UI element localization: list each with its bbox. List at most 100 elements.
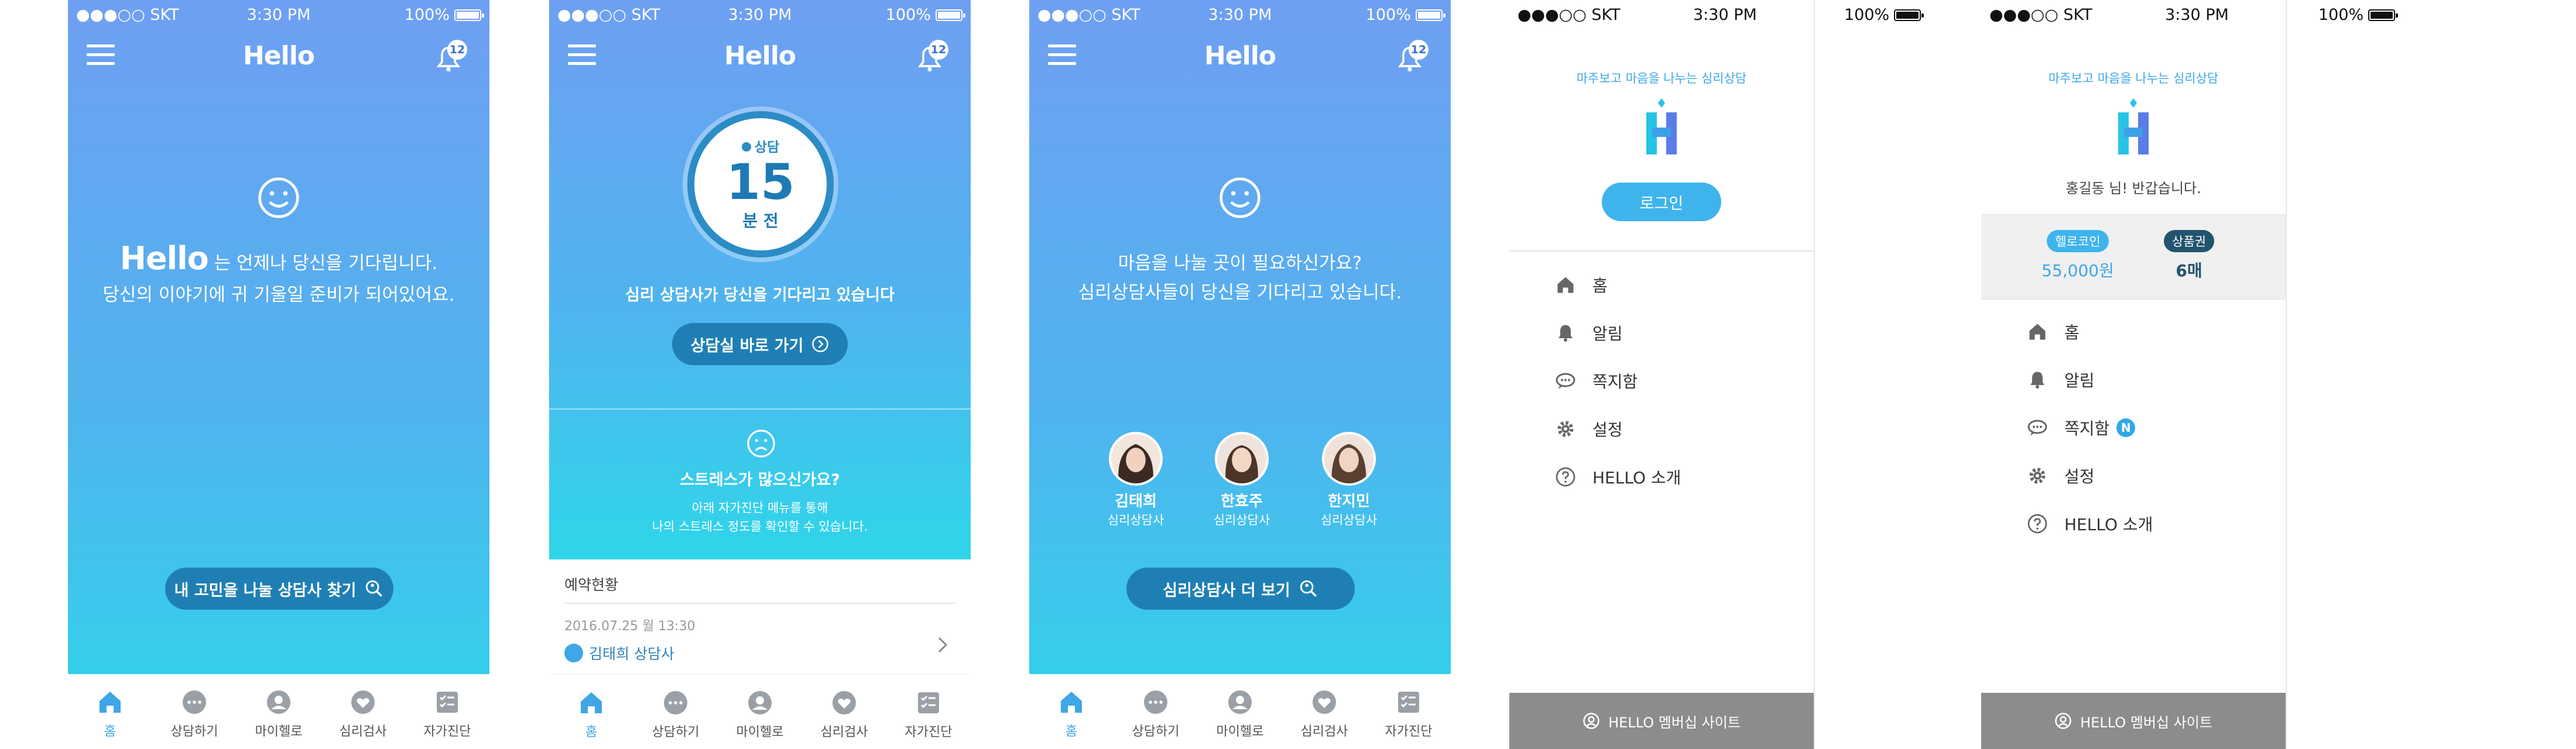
counselor-name: 한지민 bbox=[1328, 493, 1370, 510]
menu-item-about[interactable]: HELLO 소개 bbox=[1509, 453, 1814, 501]
avatar bbox=[1322, 432, 1376, 486]
tab-home[interactable]: 홈 bbox=[549, 675, 633, 749]
stress-line-2: 나의 스트레스 정도를 확인할 수 있습니다. bbox=[652, 520, 868, 534]
drawer-logged-in: ●●●○○ SKT 3:30 PM 100% 마주보고 마음을 나누는 심리상담… bbox=[1981, 0, 2576, 749]
enter-room-button[interactable]: 상담실 바로 가기 bbox=[672, 323, 848, 365]
nav-bar: Hello 12 bbox=[68, 30, 489, 82]
app-logo: Hello bbox=[1204, 41, 1276, 71]
stress-title: 스트레스가 많으신가요? bbox=[680, 471, 840, 489]
battery-icon bbox=[1894, 9, 1924, 21]
welcome-line-1: Hello 는 언제나 당신을 기다립니다. bbox=[119, 240, 438, 277]
home-screen: ●●●○○ SKT 3:30 PM 100% Hello 12 Hello 는 … bbox=[68, 0, 489, 749]
notification-badge: 12 bbox=[1409, 40, 1429, 60]
menu-item-about[interactable]: HELLO 소개 bbox=[1981, 500, 2286, 548]
counselors-screen: ●●●○○ SKT 3:30 PM 100% Hello 12 마음을 나눌 곳… bbox=[1029, 0, 1451, 749]
countdown-unit: 분 전 bbox=[742, 211, 779, 231]
battery-icon bbox=[2368, 9, 2399, 21]
menu-item-messages[interactable]: 쪽지함 N bbox=[1981, 404, 2286, 452]
tab-counsel[interactable]: 상담하기 bbox=[152, 674, 237, 749]
drawer-tagline: 마주보고 마음을 나누는 심리상담 bbox=[2048, 71, 2219, 85]
person-circle-icon bbox=[2055, 713, 2071, 729]
counselor-card[interactable]: 김태희 심리상담사 bbox=[1095, 432, 1177, 528]
heart-icon bbox=[351, 690, 375, 714]
tab-home[interactable]: 홈 bbox=[68, 674, 152, 749]
counselor-role: 심리상담사 bbox=[1107, 513, 1164, 527]
brand-logo-icon bbox=[1646, 98, 1677, 154]
smile-icon bbox=[258, 177, 299, 218]
chat-icon bbox=[1144, 690, 1167, 714]
menu-item-home[interactable]: 홈 bbox=[1981, 308, 2286, 356]
tab-counsel[interactable]: 상담하기 bbox=[633, 675, 718, 749]
counselor-card[interactable]: 한효주 심리상담사 bbox=[1201, 432, 1283, 528]
coin-label: 헬로코인 bbox=[2047, 230, 2109, 252]
gear-icon bbox=[2029, 468, 2046, 484]
person-circle-icon bbox=[1583, 713, 1599, 729]
home-icon bbox=[2029, 324, 2046, 340]
question-icon bbox=[1556, 467, 1575, 487]
bell-icon bbox=[2030, 372, 2044, 389]
chevron-right-icon bbox=[938, 637, 948, 653]
battery-icon bbox=[1416, 9, 1445, 21]
countdown-minutes: 15 bbox=[726, 153, 795, 211]
status-bar: ●●●○○ SKT 3:30 PM 100% bbox=[1029, 0, 1451, 30]
tab-myhello[interactable]: 마이헬로 bbox=[1198, 674, 1282, 749]
drawer-tagline: 마주보고 마음을 나누는 심리상담 bbox=[1576, 71, 1747, 85]
reservation-name: 김태희 상담사 bbox=[589, 645, 674, 662]
checklist-icon bbox=[437, 692, 458, 713]
intro-line-2: 심리상담사들이 당신을 기다리고 있습니다. bbox=[1078, 282, 1402, 303]
counselor-name: 김태희 bbox=[1115, 493, 1157, 510]
search-person-icon bbox=[366, 580, 383, 597]
tab-selfcheck[interactable]: 자가진단 bbox=[886, 675, 971, 749]
tab-myhello[interactable]: 마이헬로 bbox=[718, 675, 802, 749]
tab-myhello[interactable]: 마이헬로 bbox=[237, 674, 321, 749]
tab-test[interactable]: 심리검사 bbox=[1282, 674, 1366, 749]
notification-button[interactable]: 12 bbox=[433, 40, 467, 75]
menu-item-settings[interactable]: 설정 bbox=[1981, 452, 2286, 500]
ticket-block[interactable]: 상품권 6매 bbox=[2151, 230, 2227, 281]
counselor-role: 심리상담사 bbox=[1320, 513, 1378, 527]
menu-item-settings[interactable]: 설정 bbox=[1509, 405, 1814, 453]
counselor-role: 심리상담사 bbox=[1213, 513, 1270, 527]
menu-item-home[interactable]: 홈 bbox=[1509, 261, 1814, 309]
home-icon bbox=[100, 692, 121, 713]
brand-logo-icon bbox=[2118, 98, 2149, 154]
welcome-line-2: 당신의 이야기에 귀 기울일 준비가 되어있어요. bbox=[102, 284, 455, 305]
tab-test[interactable]: 심리검사 bbox=[802, 675, 886, 749]
tab-test[interactable]: 심리검사 bbox=[321, 674, 405, 749]
reservation-screen: ●●●○○ SKT 3:30 PM 100% Hello 12 상담 15 분 … bbox=[549, 0, 971, 749]
checklist-icon bbox=[918, 692, 939, 713]
search-person-icon bbox=[1300, 580, 1317, 597]
login-button[interactable]: 로그인 bbox=[1602, 183, 1721, 221]
reservation-item[interactable]: 2016.07.25 월 13:30 김태희 상담사 bbox=[564, 616, 955, 672]
membership-site-link[interactable]: HELLO 멤버십 사이트 bbox=[1509, 693, 1814, 749]
tab-bar: 홈 상담하기 마이헬로 심리검사 자가진단 bbox=[549, 674, 971, 749]
divider bbox=[564, 603, 955, 604]
tab-selfcheck[interactable]: 자가진단 bbox=[405, 674, 489, 749]
coin-value: 55,000원 bbox=[2041, 261, 2114, 280]
tab-selfcheck[interactable]: 자가진단 bbox=[1366, 674, 1451, 749]
reservation-header: 예약현황 bbox=[564, 576, 619, 593]
menu-item-messages[interactable]: 쪽지함 bbox=[1509, 357, 1814, 405]
question-icon bbox=[2027, 514, 2047, 534]
find-counselor-button[interactable]: 내 고민을 나눌 상담사 찾기 bbox=[165, 568, 393, 610]
greeting-text: 홍길동 님! 반갑습니다. bbox=[2065, 180, 2201, 197]
menu-item-alerts[interactable]: 알림 bbox=[1509, 309, 1814, 357]
arrow-circle-icon bbox=[812, 336, 829, 352]
notification-button[interactable]: 12 bbox=[1395, 40, 1429, 75]
menu-item-alerts[interactable]: 알림 bbox=[1981, 356, 2286, 404]
counselor-card[interactable]: 한지민 심리상담사 bbox=[1308, 432, 1390, 528]
heart-icon bbox=[833, 691, 856, 714]
ticket-value: 6매 bbox=[2176, 261, 2202, 280]
notification-button[interactable]: 12 bbox=[914, 40, 948, 75]
message-icon bbox=[2027, 420, 2047, 436]
tab-counsel[interactable]: 상담하기 bbox=[1114, 674, 1198, 749]
divider bbox=[1509, 250, 1814, 252]
coin-block[interactable]: 헬로코인 55,000원 bbox=[2028, 230, 2128, 281]
membership-site-link[interactable]: HELLO 멤버십 사이트 bbox=[1981, 693, 2286, 749]
wallet-panel: 헬로코인 55,000원 상품권 6매 bbox=[1981, 214, 2286, 300]
tab-home[interactable]: 홈 bbox=[1029, 674, 1114, 749]
stress-line-1: 아래 자가진단 메뉴를 통해 bbox=[691, 501, 828, 515]
person-icon bbox=[267, 690, 290, 714]
more-counselors-button[interactable]: 심리상담사 더 보기 bbox=[1126, 568, 1355, 610]
battery-percent: 100% bbox=[404, 6, 450, 24]
